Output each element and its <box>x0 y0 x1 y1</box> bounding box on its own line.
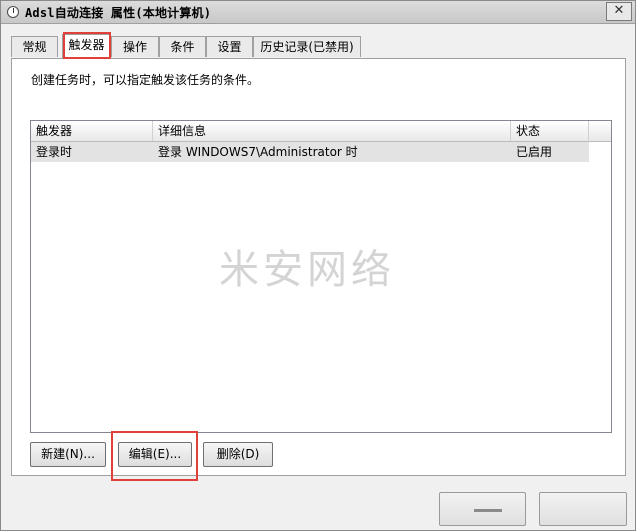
row-details: 登录 WINDOWS7\Administrator 时 <box>158 145 358 159</box>
clock-icon <box>7 6 19 18</box>
triggers-description: 创建任务时，可以指定触发该任务的条件。 <box>31 73 260 87</box>
column-header-details[interactable]: 详细信息 <box>153 121 511 141</box>
tab-conditions[interactable]: 条件 <box>159 36 206 57</box>
ok-button[interactable] <box>439 492 526 526</box>
row-status: 已启用 <box>516 145 553 159</box>
list-header: 触发器 详细信息 状态 <box>31 121 611 142</box>
watermark-text: 米安网络 <box>219 247 395 293</box>
row-trigger: 登录时 <box>36 145 73 159</box>
tab-general[interactable]: 常规 <box>11 36 58 57</box>
tab-settings[interactable]: 设置 <box>206 36 253 57</box>
cancel-button[interactable] <box>539 492 627 526</box>
tab-actions[interactable]: 操作 <box>111 36 159 57</box>
window-title: Adsl自动连接 属性(本地计算机) <box>25 6 212 20</box>
table-row[interactable]: 登录时 登录 WINDOWS7\Administrator 时 已启用 <box>31 142 589 162</box>
button-label-mark <box>474 509 502 512</box>
close-button[interactable]: ✕ <box>606 2 632 21</box>
column-header-status[interactable]: 状态 <box>511 121 589 141</box>
properties-dialog: Adsl自动连接 属性(本地计算机) ✕ 常规 触发器 操作 条件 设置 历史记… <box>0 0 636 531</box>
delete-trigger-button[interactable]: 删除(D) <box>203 442 273 467</box>
tab-history[interactable]: 历史记录(已禁用) <box>253 36 361 57</box>
edit-trigger-button[interactable]: 编辑(E)... <box>118 442 192 467</box>
title-bar[interactable]: Adsl自动连接 属性(本地计算机) ✕ <box>1 1 635 24</box>
column-header-trigger[interactable]: 触发器 <box>31 121 153 141</box>
new-trigger-button[interactable]: 新建(N)... <box>30 442 106 467</box>
tab-triggers[interactable]: 触发器 <box>62 34 111 59</box>
